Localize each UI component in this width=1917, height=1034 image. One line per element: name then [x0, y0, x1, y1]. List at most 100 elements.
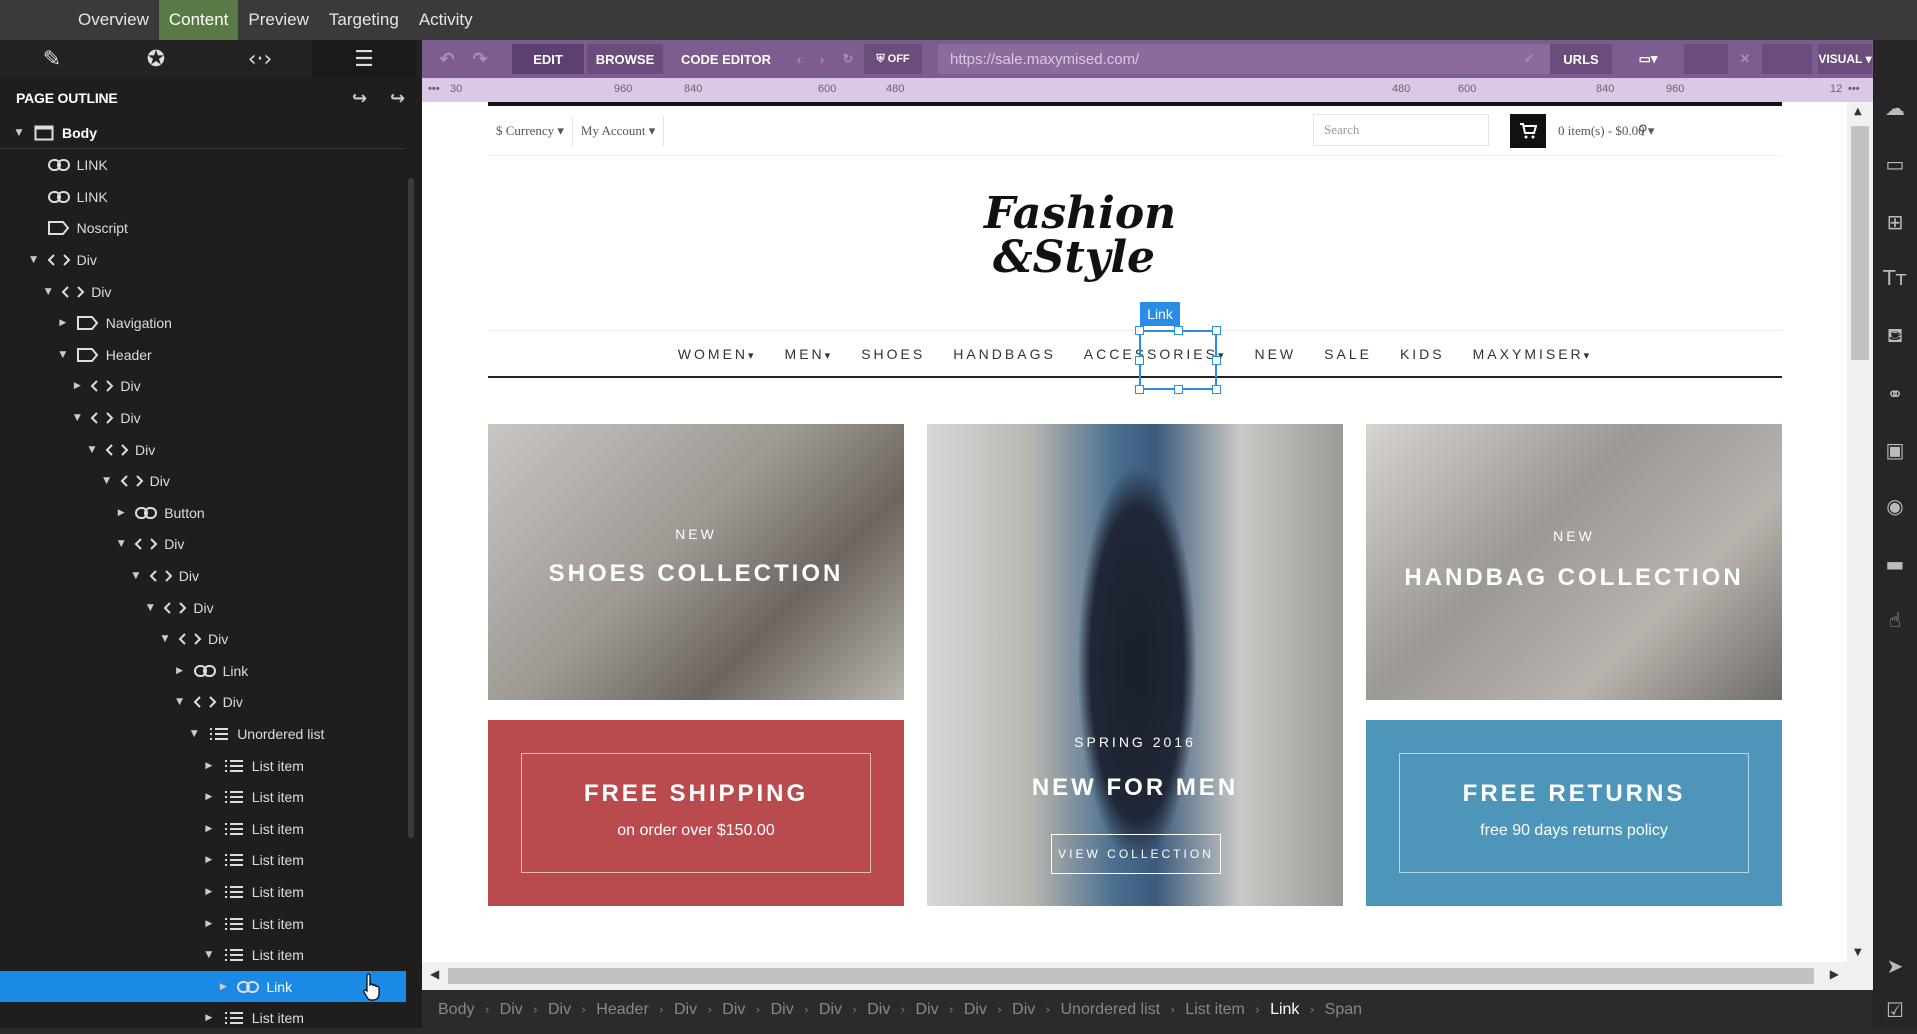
nav-item-women[interactable]: WOMEN▾	[678, 346, 757, 362]
nav-item-shoes[interactable]: SHOES	[861, 346, 925, 362]
outline-row[interactable]: ▶ Link	[0, 655, 406, 686]
image-icon[interactable]: ▣	[1873, 430, 1917, 470]
caret-right-icon[interactable]: ▶	[114, 508, 128, 518]
checkbox-icon[interactable]: ☑	[1873, 990, 1917, 1030]
outline-row[interactable]: LINK	[0, 181, 406, 212]
tile-free-returns[interactable]: FREE RETURNS free 90 days returns policy	[1366, 720, 1782, 906]
caret-right-icon[interactable]: ▶	[173, 666, 187, 676]
ruler-menu-icon[interactable]: •••	[1848, 83, 1860, 95]
caret-down-icon[interactable]: ▼	[27, 255, 41, 265]
forward-icon[interactable]: ›	[812, 44, 832, 74]
caret-right-icon[interactable]: ▶	[56, 318, 70, 328]
nav-item-sale[interactable]: SALE	[1324, 346, 1372, 362]
resize-handle[interactable]	[1174, 326, 1183, 335]
forward-arrow-icon[interactable]: ↪	[390, 88, 405, 109]
cloud-download-icon[interactable]: ☁	[1873, 88, 1917, 128]
tile-shoes-collection[interactable]: NEW SHOES COLLECTION	[488, 424, 904, 700]
tab-activity[interactable]: Activity	[409, 0, 483, 40]
url-field[interactable]: https://sale.maxymised.com/	[938, 44, 1558, 74]
outline-row[interactable]: ▶ Div	[0, 371, 406, 402]
blank-button-2[interactable]	[1762, 44, 1812, 74]
outline-row[interactable]: LINK	[0, 150, 406, 181]
outline-icon[interactable]: ☰	[312, 40, 416, 78]
check-icon[interactable]: ✓	[1512, 44, 1546, 74]
ruler-icon[interactable]: ▬	[1873, 544, 1917, 584]
blank-button[interactable]	[1684, 44, 1728, 74]
visual-dropdown[interactable]: VISUAL ▾	[1818, 44, 1872, 74]
text-size-icon[interactable]: Tт	[1873, 258, 1917, 298]
outline-row[interactable]: ▼ Div	[0, 687, 406, 718]
touch-icon[interactable]: ☝	[1873, 600, 1917, 640]
outline-row[interactable]: ▼ Unordered list	[0, 718, 406, 749]
breadcrumb-item[interactable]: Div	[500, 1001, 523, 1019]
scroll-right-icon[interactable]: ▶	[1830, 967, 1839, 981]
pencil-icon[interactable]: ✎	[0, 40, 104, 78]
selection-box[interactable]	[1135, 326, 1221, 394]
tab-content[interactable]: Content	[158, 0, 239, 40]
breadcrumb-item[interactable]: Header	[596, 1001, 648, 1019]
cart-summary[interactable]: 0 item(s) - $0.00 ▾	[1558, 123, 1654, 139]
account-menu[interactable]: My Account ▾	[573, 115, 665, 146]
outline-row[interactable]: ▼ Body	[0, 118, 406, 149]
outline-row[interactable]: ▼ Div	[0, 560, 406, 591]
currency-menu[interactable]: $ Currency ▾	[488, 115, 573, 146]
ruler-menu-icon[interactable]: •••	[428, 83, 440, 95]
scroll-left-icon[interactable]: ◀	[430, 967, 439, 981]
breadcrumb-item[interactable]: Div	[964, 1001, 987, 1019]
tile-free-shipping[interactable]: FREE SHIPPING on order over $150.00	[488, 720, 904, 906]
resize-handle[interactable]	[1212, 326, 1221, 335]
caret-right-icon[interactable]: ▶	[70, 381, 84, 391]
outline-row[interactable]: ▶ Button	[0, 497, 406, 528]
caret-down-icon[interactable]: ▼	[41, 287, 55, 297]
tile-handbag-collection[interactable]: NEW HANDBAG COLLECTION	[1366, 424, 1782, 700]
urls-button[interactable]: URLS	[1550, 44, 1612, 74]
outline-row[interactable]: ▶ List item	[0, 813, 406, 844]
resize-handle[interactable]	[1135, 356, 1144, 365]
back-icon[interactable]: ‹	[789, 44, 809, 74]
tab-overview[interactable]: Overview	[68, 0, 159, 40]
outline-row[interactable]: ▼ Header	[0, 339, 406, 370]
add-icon[interactable]: ⊞	[1873, 202, 1917, 242]
outline-row[interactable]: ▶ List item	[0, 845, 406, 876]
caret-right-icon[interactable]: ▶	[202, 919, 216, 929]
caret-down-icon[interactable]: ▼	[56, 350, 70, 360]
caret-down-icon[interactable]: ▼	[12, 128, 26, 138]
scrollbar-thumb[interactable]	[448, 968, 1814, 984]
resize-handle[interactable]	[1212, 385, 1221, 394]
breadcrumb-item[interactable]: Div	[674, 1001, 697, 1019]
badge-icon[interactable]: ✪	[104, 40, 208, 78]
edit-button[interactable]: EDIT	[512, 44, 584, 74]
cart-button[interactable]	[1510, 114, 1546, 148]
breadcrumb-item[interactable]: Div	[722, 1001, 745, 1019]
breadcrumb-item[interactable]: Unordered list	[1060, 1001, 1160, 1019]
device-icon[interactable]: ▭▾	[1622, 44, 1674, 74]
outline-row[interactable]: ▶ List item	[0, 750, 406, 781]
resize-handle[interactable]	[1174, 385, 1183, 394]
scroll-down-icon[interactable]: ▼	[1854, 947, 1862, 958]
redo-arrow-icon[interactable]: ↪	[352, 88, 367, 109]
resize-handle[interactable]	[1135, 385, 1144, 394]
breadcrumb-item[interactable]: Div	[916, 1001, 939, 1019]
nav-item-men[interactable]: MEN▾	[785, 346, 834, 362]
caret-down-icon[interactable]: ▼	[85, 445, 99, 455]
send-icon[interactable]: ➤	[1873, 946, 1917, 986]
breadcrumb-item[interactable]: List item	[1185, 1001, 1245, 1019]
caret-down-icon[interactable]: ▼	[158, 634, 172, 644]
caret-right-icon[interactable]: ▶	[202, 855, 216, 865]
link-icon[interactable]: ⚭	[1873, 374, 1917, 414]
outline-row[interactable]: ▶ List item	[0, 908, 406, 939]
caret-right-icon[interactable]: ▶	[216, 982, 230, 992]
caret-right-icon[interactable]: ▶	[202, 1013, 216, 1023]
tile-new-for-men[interactable]: SPRING 2016 NEW FOR MEN VIEW COLLECTION	[927, 424, 1343, 906]
outline-row[interactable]: ▼ Div	[0, 624, 406, 655]
site-logo[interactable]: Fashion &Style	[984, 192, 1176, 292]
outline-row[interactable]: ▼ List item	[0, 940, 406, 971]
shield-toggle[interactable]: ⛨ OFF	[864, 44, 922, 74]
outline-row[interactable]: ▼ Div	[0, 244, 406, 275]
caret-right-icon[interactable]: ▶	[202, 887, 216, 897]
paint-bucket-icon[interactable]: ⛾	[1873, 316, 1917, 356]
caret-right-icon[interactable]: ▶	[202, 824, 216, 834]
close-icon[interactable]: ✕	[1732, 44, 1758, 74]
tab-preview[interactable]: Preview	[238, 0, 318, 40]
caret-right-icon[interactable]: ▶	[202, 792, 216, 802]
